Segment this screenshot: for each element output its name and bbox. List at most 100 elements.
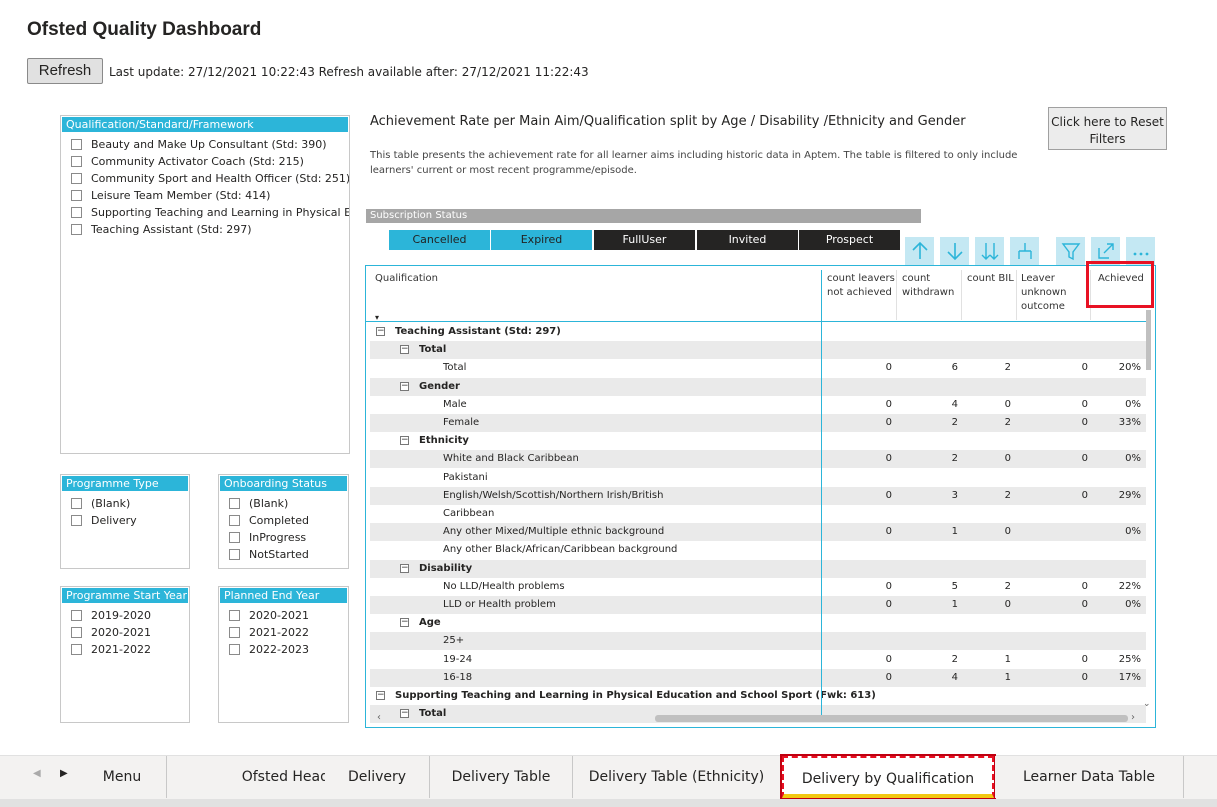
checkbox[interactable] [71, 224, 82, 235]
qualification-slicer-item[interactable]: Community Sport and Health Officer (Std:… [71, 170, 349, 187]
tab-delivery-table[interactable]: Delivery Table [430, 756, 573, 798]
table-row: English/Welsh/Scottish/Northern Irish/Br… [370, 487, 1146, 505]
checkbox[interactable] [229, 610, 240, 621]
subscription-button-fulluser[interactable]: FullUser [594, 230, 695, 250]
reset-filters-button[interactable]: Click here to Reset Filters [1048, 107, 1167, 150]
drill-down-icon[interactable] [940, 237, 969, 265]
onboarding-status-slicer-item[interactable]: Completed [229, 512, 348, 529]
checkbox[interactable] [71, 173, 82, 184]
qualification-slicer-item[interactable]: Beauty and Make Up Consultant (Std: 390) [71, 136, 349, 153]
row-label: Male [443, 399, 467, 410]
planned-end-year-slicer-item[interactable]: 2021-2022 [229, 624, 348, 641]
table-cell: 1 [951, 599, 958, 610]
column-header-count-leavers-not-achieved[interactable]: count leavers not achieved [827, 272, 895, 300]
table-row: Pakistani [370, 469, 1146, 487]
planned-end-year-slicer-item[interactable]: 2022-2023 [229, 641, 348, 658]
onboarding-status-slicer-item[interactable]: NotStarted [229, 546, 348, 563]
slicer-title: Planned End Year [220, 588, 347, 603]
row-label: 19-24 [443, 654, 473, 665]
subscription-button-cancelled[interactable]: Cancelled [389, 230, 490, 250]
table-cell: 0 [1081, 490, 1088, 501]
onboarding-status-slicer-item[interactable]: (Blank) [229, 495, 348, 512]
slicer-title: Onboarding Status [220, 476, 347, 491]
next-page-icon[interactable]: ▶ [60, 768, 68, 779]
scroll-right-icon[interactable]: › [1131, 712, 1135, 723]
qualification-slicer-item[interactable]: Leisure Team Member (Std: 414) [71, 187, 349, 204]
drill-up-icon[interactable] [905, 237, 934, 265]
expand-hierarchy-icon[interactable] [1010, 237, 1039, 265]
column-header-qualification[interactable]: Qualification [375, 272, 438, 286]
collapse-toggle-icon[interactable]: − [400, 618, 409, 627]
row-label: Total [443, 362, 467, 373]
subscription-button-prospect[interactable]: Prospect [799, 230, 900, 250]
table-cell: 22% [1118, 581, 1141, 592]
qualification-slicer-item[interactable]: Community Activator Coach (Std: 215) [71, 153, 349, 170]
row-label: Total [419, 344, 447, 355]
checkbox[interactable] [229, 627, 240, 638]
header-divider [366, 321, 1146, 322]
collapse-toggle-icon[interactable]: − [400, 345, 409, 354]
row-label: 25+ [443, 635, 465, 646]
qualification-slicer-item-label: Beauty and Make Up Consultant (Std: 390) [91, 138, 327, 151]
planned-end-year-slicer-item[interactable]: 2020-2021 [229, 607, 348, 624]
qualification-slicer-item-label: Supporting Teaching and Learning in Phys… [91, 206, 349, 219]
table-cell: 0 [1004, 399, 1011, 410]
qualification-slicer-item[interactable]: Teaching Assistant (Std: 297) [71, 221, 349, 238]
checkbox[interactable] [229, 498, 240, 509]
tab-delivery-by-qualification[interactable]: Delivery by Qualification [780, 754, 996, 800]
column-header-count-bil[interactable]: count BIL [967, 272, 1017, 286]
qualification-slicer-item-label: Leisure Team Member (Std: 414) [91, 189, 271, 202]
checkbox[interactable] [229, 549, 240, 560]
table-cell: 0 [1004, 599, 1011, 610]
collapse-toggle-icon[interactable]: − [376, 327, 385, 336]
refresh-button[interactable]: Refresh [27, 58, 103, 84]
column-header-count-withdrawn[interactable]: count withdrawn [902, 272, 960, 300]
table-cell: 0 [1004, 526, 1011, 537]
programme-start-year-slicer-item[interactable]: 2020-2021 [71, 624, 189, 641]
programme-type-slicer-item[interactable]: (Blank) [71, 495, 189, 512]
tab-menu[interactable]: Menu [78, 756, 167, 798]
checkbox[interactable] [71, 207, 82, 218]
programme-start-year-slicer-item[interactable]: 2019-2020 [71, 607, 189, 624]
subscription-button-expired[interactable]: Expired [491, 230, 592, 250]
tab-delivery-table-ethnicity[interactable]: Delivery Table (Ethnicity) [573, 756, 781, 798]
programme-type-slicer-item-label: Delivery [91, 514, 137, 527]
qualification-slicer-item[interactable]: Supporting Teaching and Learning in Phys… [71, 204, 349, 221]
checkbox[interactable] [229, 532, 240, 543]
checkbox[interactable] [71, 627, 82, 638]
vertical-scrollbar[interactable] [1146, 310, 1151, 370]
checkbox[interactable] [71, 498, 82, 509]
prev-page-icon[interactable]: ◀ [33, 768, 41, 779]
table-cell: 0% [1125, 399, 1141, 410]
collapse-toggle-icon[interactable]: − [376, 691, 385, 700]
subscription-button-invited[interactable]: Invited [697, 230, 798, 250]
checkbox[interactable] [71, 515, 82, 526]
checkbox[interactable] [71, 139, 82, 150]
slicer-title: Qualification/Standard/Framework [62, 117, 348, 132]
checkbox[interactable] [229, 515, 240, 526]
collapse-toggle-icon[interactable]: − [400, 709, 409, 718]
checkbox[interactable] [229, 644, 240, 655]
collapse-toggle-icon[interactable]: − [400, 564, 409, 573]
tab-delivery[interactable]: Delivery [325, 756, 430, 798]
table-row: Female 0 2 2 0 33% [370, 414, 1146, 432]
table-cell: 5 [951, 581, 958, 592]
checkbox[interactable] [71, 610, 82, 621]
checkbox[interactable] [71, 644, 82, 655]
filter-icon[interactable] [1056, 237, 1085, 265]
collapse-toggle-icon[interactable]: − [400, 382, 409, 391]
checkbox[interactable] [71, 190, 82, 201]
column-header-leaver-unknown-outcome[interactable]: Leaver unknown outcome [1021, 272, 1081, 314]
expand-next-level-icon[interactable] [975, 237, 1004, 265]
programme-start-year-slicer-item[interactable]: 2021-2022 [71, 641, 189, 658]
horizontal-scrollbar[interactable] [655, 715, 1128, 722]
onboarding-status-slicer-item[interactable]: InProgress [229, 529, 348, 546]
table-row: Total 0 6 2 0 20% [370, 359, 1146, 377]
scroll-left-icon[interactable]: ‹ [377, 712, 381, 723]
scroll-down-icon[interactable]: ⌄ [1143, 699, 1151, 709]
tab-learner-data-table[interactable]: Learner Data Table [995, 756, 1184, 798]
collapse-toggle-icon[interactable]: − [400, 436, 409, 445]
checkbox[interactable] [71, 156, 82, 167]
row-label: Age [419, 617, 441, 628]
programme-type-slicer-item[interactable]: Delivery [71, 512, 189, 529]
